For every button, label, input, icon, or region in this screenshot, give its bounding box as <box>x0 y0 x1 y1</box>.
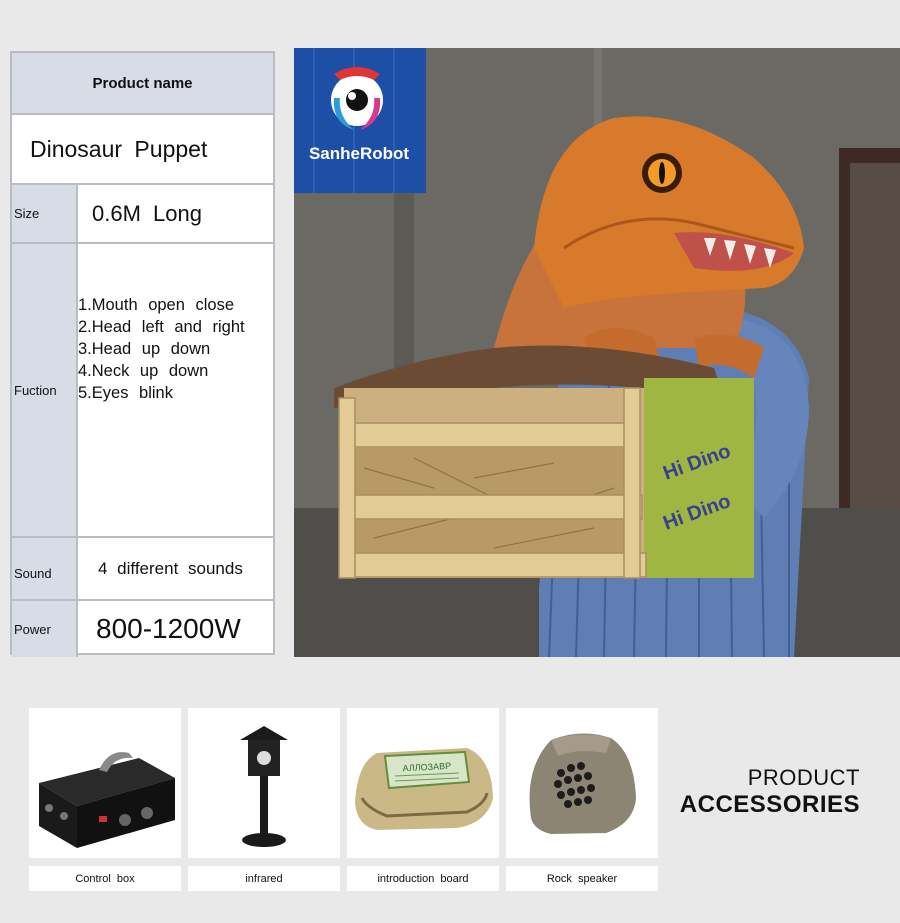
function-row: Fuction 1.Mouth open close 2.Head left a… <box>12 244 273 538</box>
logo-text: SanheRobot <box>309 144 409 163</box>
function-item: 5.Eyes blink <box>78 384 173 402</box>
accessories-title: PRODUCT ACCESSORIES <box>680 765 860 819</box>
accessory-label: introduction board <box>347 866 499 891</box>
accessories-title-line2: ACCESSORIES <box>679 791 860 818</box>
size-row: Size 0.6M Long <box>12 185 273 244</box>
function-item: 1.Mouth open close <box>78 296 235 314</box>
function-list: 1.Mouth open close 2.Head left and right… <box>78 294 245 404</box>
introduction-board-icon: АЛЛОЗАВР <box>355 748 493 830</box>
sound-row: Sound 4 different sounds <box>12 538 273 601</box>
product-name-header: Product name <box>92 74 193 92</box>
power-value: 800-1200W <box>96 613 241 644</box>
size-label: Size <box>12 185 78 242</box>
size-value: 0.6M Long <box>92 200 202 226</box>
power-label: Power <box>12 601 78 657</box>
product-name-row: Dinosaur Puppet <box>12 115 273 185</box>
power-row: Power 800-1200W <box>12 601 273 657</box>
accessory-card-introduction-board: АЛЛОЗАВР <box>347 708 499 858</box>
accessory-label: Rock speaker <box>506 866 658 891</box>
control-box-icon <box>39 752 175 848</box>
function-label: Fuction <box>12 244 78 536</box>
sound-label: Sound <box>12 538 78 599</box>
accessory-card-control-box <box>29 708 181 858</box>
accessory-card-infrared <box>188 708 340 858</box>
accessories-title-line1: PRODUCT <box>747 765 860 790</box>
infrared-sensor-icon <box>240 726 288 847</box>
function-item: 3.Head up down <box>78 340 211 358</box>
product-name-value: Dinosaur Puppet <box>30 135 208 162</box>
product-photo: Hi Dino Hi Dino SanheRobot <box>294 48 900 657</box>
accessory-label: infrared <box>188 866 340 891</box>
sound-value: 4 different sounds <box>98 558 243 578</box>
rock-speaker-icon <box>529 733 636 834</box>
table-header: Product name <box>12 53 273 115</box>
accessory-label: Control box <box>29 866 181 891</box>
dinosaur-puppet-illustration: Hi Dino Hi Dino SanheRobot <box>294 48 900 657</box>
accessory-card-rock-speaker <box>506 708 658 858</box>
function-item: 2.Head left and right <box>78 318 245 336</box>
spec-table: Product name Dinosaur Puppet Size 0.6M L… <box>10 51 275 657</box>
function-item: 4.Neck up down <box>78 362 209 380</box>
